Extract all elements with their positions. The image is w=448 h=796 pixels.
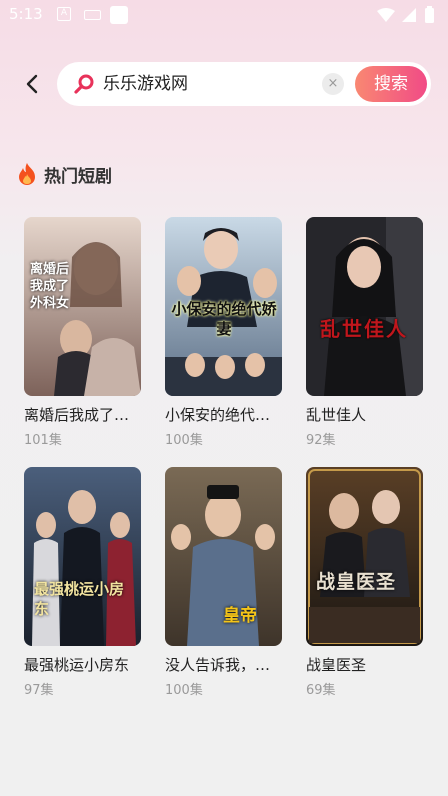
keyboard-icon [84,10,101,20]
drama-title: 离婚后我成了… [24,406,130,424]
section-title: 热门短剧 [44,167,112,187]
drama-card[interactable]: 小保安的绝代娇妻 小保安的绝代… 100集 [165,217,283,448]
drama-title: 小保安的绝代… [165,406,271,424]
search-icon [74,74,94,94]
notification-square-icon [110,6,128,24]
episode-count: 92集 [306,433,336,448]
episode-count: 101集 [24,433,62,448]
episode-count: 100集 [165,433,203,448]
search-input[interactable]: 乐乐游戏网 [103,73,188,95]
clear-search-button[interactable]: × [322,73,344,95]
notification-a-icon: A [57,7,71,21]
drama-poster[interactable]: 小保安的绝代娇妻 [165,217,282,396]
drama-poster[interactable]: 乱世佳人 [306,217,423,396]
search-button[interactable]: 搜索 [355,66,427,102]
drama-title: 最强桃运小房东 [24,656,130,674]
chevron-left-icon [26,74,38,94]
drama-card[interactable]: 皇帝 没人告诉我，… 100集 [165,467,283,698]
drama-poster[interactable]: 皇帝 [165,467,282,646]
system-status-icons [377,6,434,23]
drama-card[interactable]: 乱世佳人 乱世佳人 92集 [306,217,424,448]
drama-card[interactable]: 离婚后我成了外科女 离婚后我成了… 101集 [24,217,142,448]
status-bar: 5:13 A [0,0,448,30]
poster-title-text: 离婚后我成了外科女 [30,262,70,311]
episode-count: 97集 [24,683,54,698]
poster-title-text: 最强桃运小房东 [34,580,125,618]
drama-poster[interactable]: 最强桃运小房东 [24,467,141,646]
fire-icon [19,163,35,185]
search-bar: 乐乐游戏网 × 搜索 [57,62,431,106]
drama-poster[interactable]: 离婚后我成了外科女 [24,217,141,396]
drama-title: 战皇医圣 [306,656,367,674]
episode-count: 100集 [165,683,203,698]
drama-poster[interactable]: 战皇医圣 [306,467,423,646]
poster-title-text: 小保安的绝代娇妻 [171,300,277,338]
poster-title-text: 战皇医圣 [316,571,397,593]
status-time: 5:13 [9,5,43,23]
drama-card[interactable]: 最强桃运小房东 最强桃运小房东 97集 [24,467,142,698]
drama-title: 没人告诉我，… [165,656,271,674]
poster-title-text: 乱世佳人 [320,317,408,341]
episode-count: 69集 [306,683,336,698]
back-button[interactable] [18,70,46,98]
poster-title-text: 皇帝 [223,606,257,626]
drama-card[interactable]: 战皇医圣 战皇医圣 69集 [306,467,424,698]
drama-title: 乱世佳人 [306,406,367,424]
